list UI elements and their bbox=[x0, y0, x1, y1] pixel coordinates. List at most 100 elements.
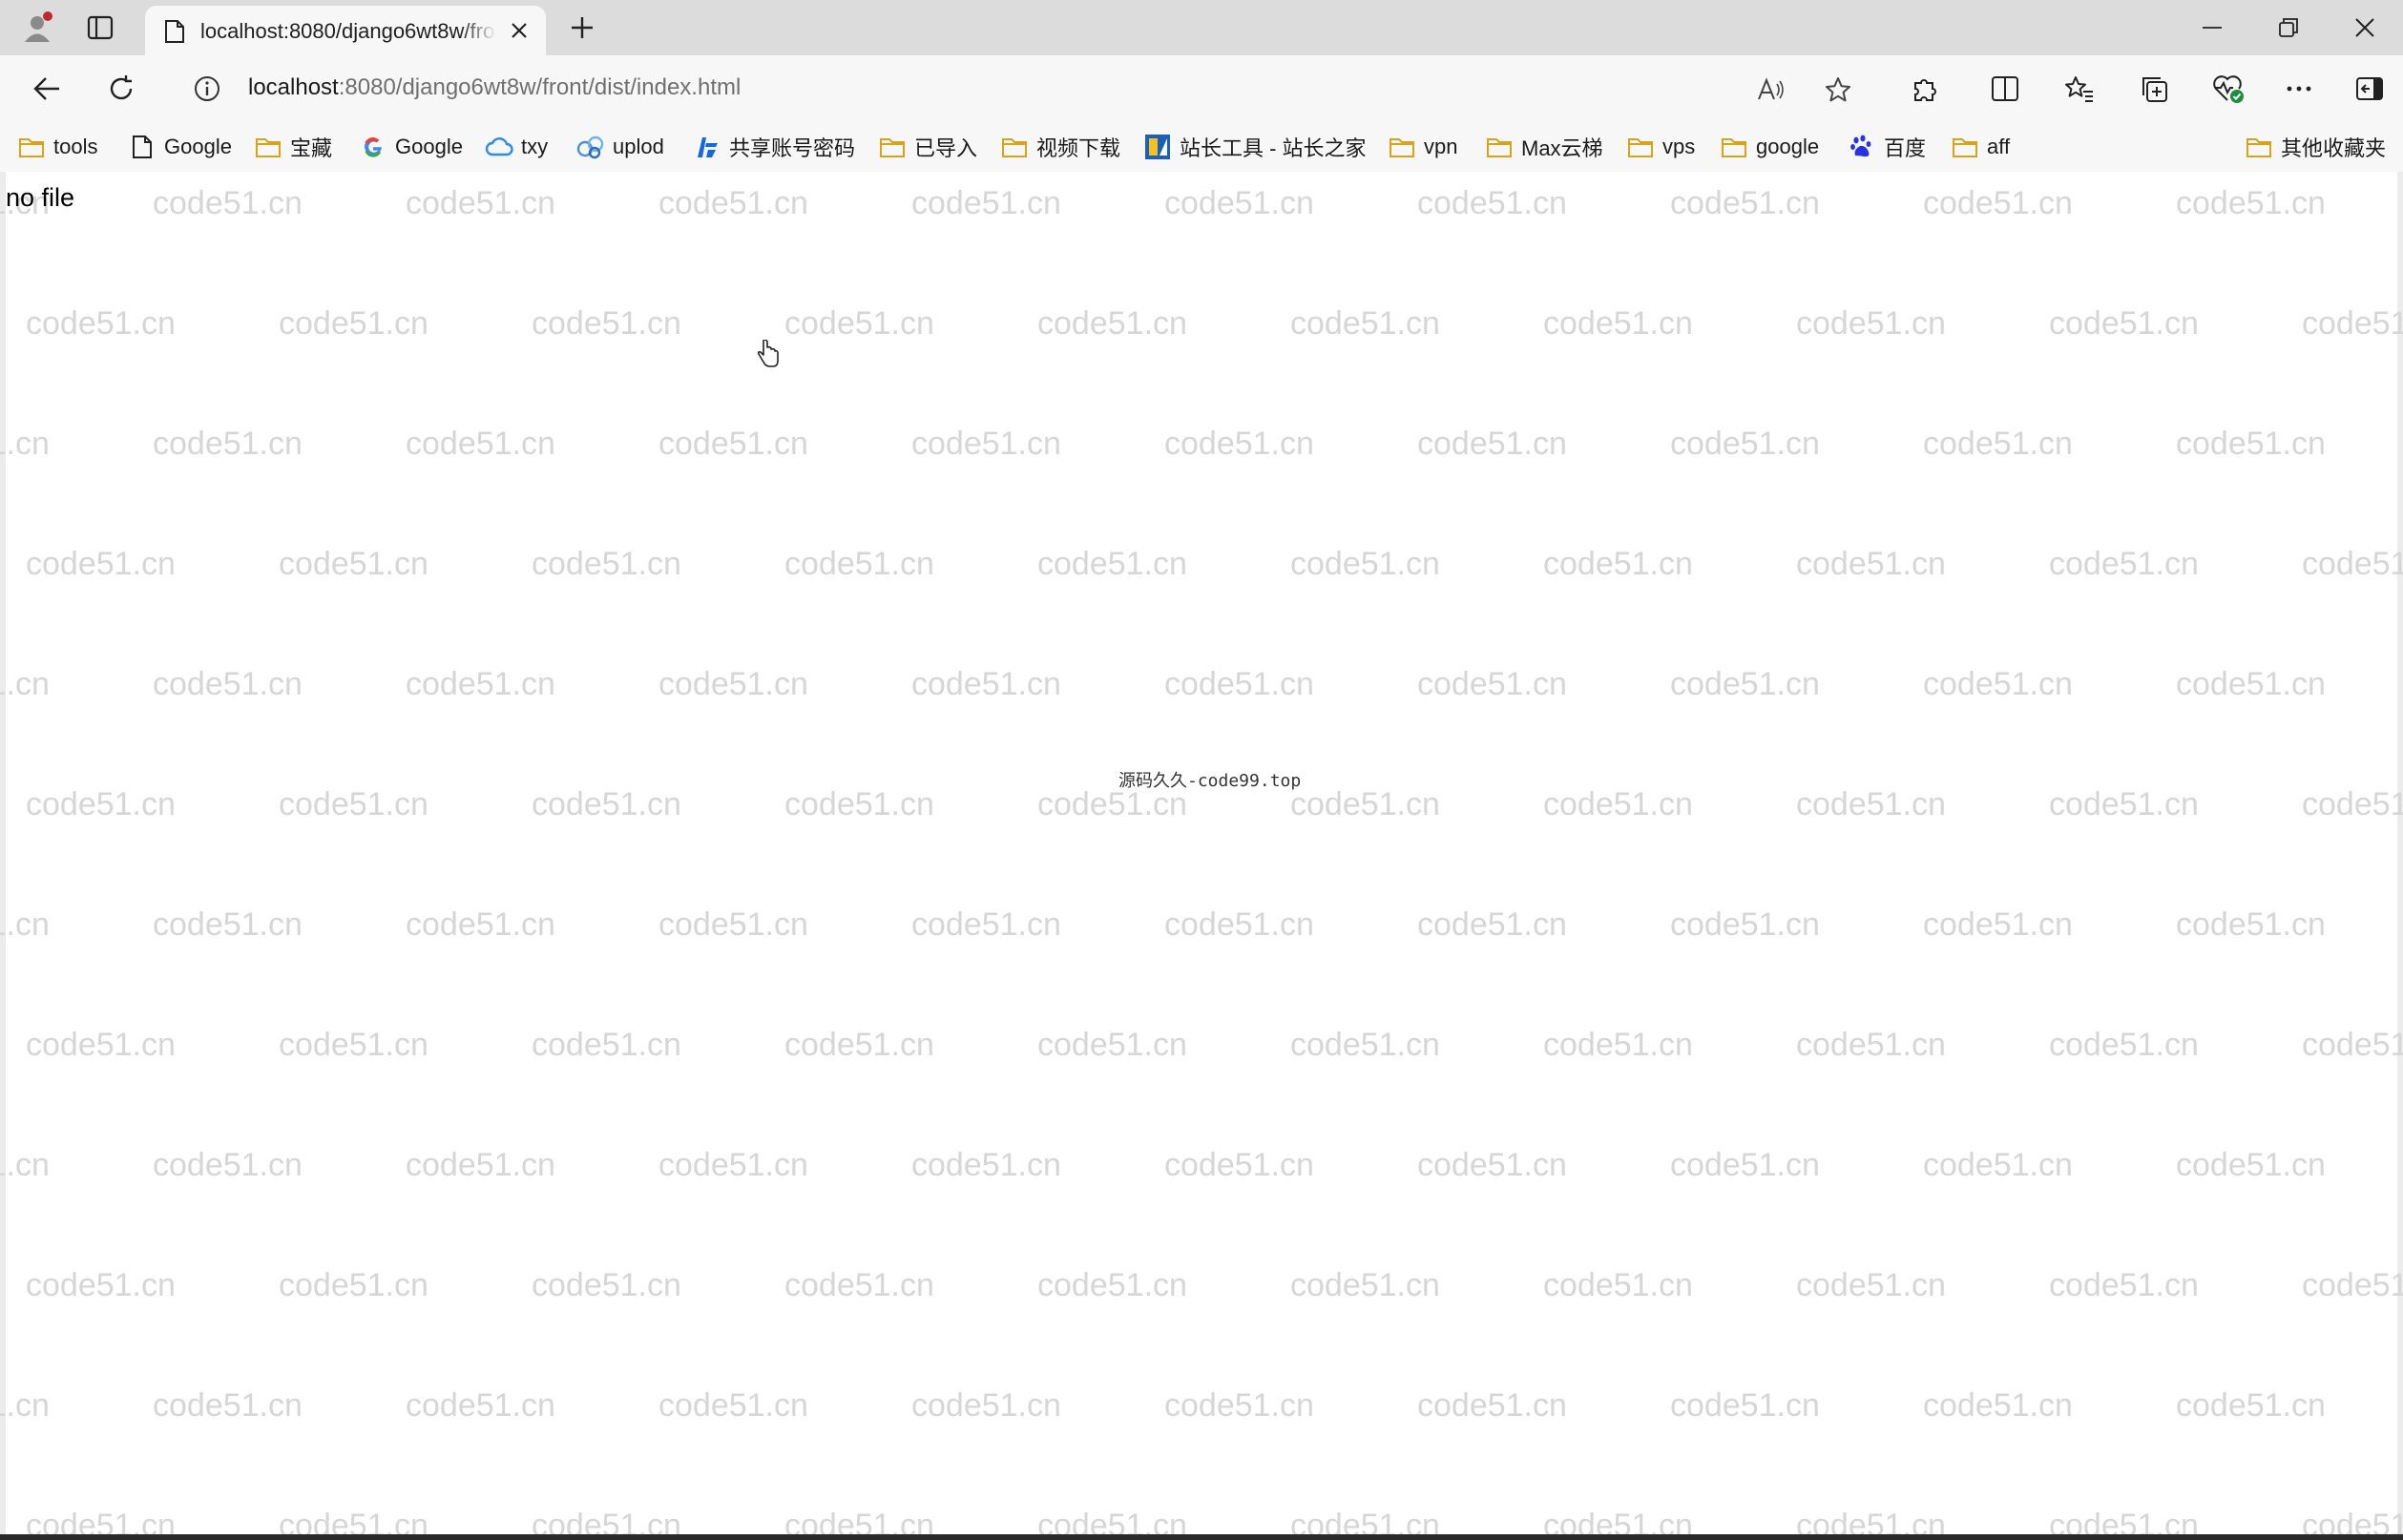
bookmark-video-download[interactable]: 视频下载 bbox=[1000, 130, 1120, 164]
bookmark-uplod[interactable]: uplod bbox=[576, 130, 664, 164]
site-info-icon[interactable] bbox=[193, 74, 221, 108]
google-icon bbox=[359, 134, 387, 160]
address-bar[interactable]: localhost:8080/django6wt8w/front/dist/in… bbox=[178, 63, 1876, 114]
close-window-button[interactable] bbox=[2327, 0, 2403, 55]
watermark-text: code51.cn bbox=[2049, 546, 2199, 582]
watermark-text: code51.cn bbox=[658, 906, 808, 943]
watermark-text: code51.cn bbox=[1417, 1147, 1567, 1183]
bookmark-google-page[interactable]: Google bbox=[128, 130, 232, 164]
watermark-text: code51.cn bbox=[2302, 305, 2403, 342]
restore-button[interactable] bbox=[2250, 0, 2327, 55]
bookmark-imported[interactable]: 已导入 bbox=[878, 130, 977, 164]
star-icon[interactable] bbox=[1819, 73, 1857, 107]
bookmark-vps[interactable]: vps bbox=[1626, 130, 1695, 164]
back-button[interactable] bbox=[23, 65, 71, 113]
bookmark-label: Google bbox=[164, 135, 232, 158]
watermark-text: code51.cn bbox=[2049, 786, 2199, 822]
watermark-text: code51.cn bbox=[0, 1387, 50, 1424]
watermark-text: code51.cn bbox=[279, 546, 428, 582]
watermark-text: code51.cn bbox=[1290, 546, 1440, 582]
profile-button[interactable] bbox=[13, 6, 61, 50]
bookmark-vpn[interactable]: vpn bbox=[1388, 130, 1457, 164]
watermark-text: code51.cn bbox=[2176, 426, 2326, 462]
bookmark-label: Google bbox=[395, 135, 463, 158]
center-watermark: 源码久久-code99.top bbox=[1118, 771, 1302, 791]
watermark-text: code51.cn bbox=[1670, 1147, 1820, 1183]
plus-icon bbox=[572, 17, 593, 38]
collections-button[interactable] bbox=[2130, 65, 2178, 113]
heart-pulse-icon bbox=[2213, 75, 2244, 103]
watermark-text: code51.cn bbox=[279, 1027, 428, 1063]
more-dots-icon bbox=[2287, 86, 2311, 92]
extensions-button[interactable] bbox=[1901, 65, 1949, 113]
favorites-button[interactable] bbox=[2056, 65, 2103, 113]
split-screen-button[interactable] bbox=[1981, 65, 2029, 113]
sidebar-toggle-button[interactable] bbox=[2346, 65, 2393, 113]
bookmark-label: tools bbox=[53, 135, 98, 158]
url-text[interactable]: localhost:8080/django6wt8w/front/dist/in… bbox=[248, 74, 741, 101]
watermark-text: code51.cn bbox=[1417, 906, 1567, 943]
profile-avatar-icon bbox=[25, 11, 52, 42]
watermark-text: code51.cn bbox=[1290, 305, 1440, 342]
watermark-text: code51.cn bbox=[2302, 1027, 2403, 1063]
new-tab-button[interactable] bbox=[557, 6, 607, 50]
bookmark-chinaz[interactable]: 站长工具 - 站长之家 bbox=[1143, 130, 1367, 164]
url-path: :8080/django6wt8w/front/dist/index.html bbox=[338, 74, 742, 100]
bookmark-txy[interactable]: txy bbox=[485, 130, 548, 164]
watermark-text: code51.cn bbox=[1923, 666, 2073, 702]
watermark-text: code51.cn bbox=[1164, 185, 1314, 221]
tab-active[interactable]: localhost:8080/django6wt8w/front/dist/in… bbox=[145, 6, 546, 55]
bookmark-google-folder[interactable]: google bbox=[1720, 130, 1819, 164]
watermark-text: code51.cn bbox=[911, 1387, 1061, 1424]
tab-close-icon[interactable] bbox=[506, 17, 533, 44]
chart-icon bbox=[1143, 134, 1172, 160]
bookmark-label: vpn bbox=[1424, 135, 1458, 158]
bookmark-label: aff bbox=[1987, 135, 2011, 158]
bookmark-shared-passwords[interactable]: 共享账号密码 bbox=[693, 130, 855, 164]
watermark-text: code51.cn bbox=[1543, 1267, 1693, 1303]
watermark-text: code51.cn bbox=[406, 185, 555, 221]
watermark-text: code51.cn bbox=[153, 1387, 303, 1424]
watermark-text: code51.cn bbox=[784, 546, 934, 582]
watermark-text: code51.cn bbox=[1290, 1267, 1440, 1303]
bookmark-max-ladder[interactable]: Max云梯 bbox=[1485, 130, 1603, 164]
watermark-text: code51.cn bbox=[2049, 1027, 2199, 1063]
more-options-button[interactable] bbox=[2275, 65, 2323, 113]
browser-toolbar: localhost:8080/django6wt8w/front/dist/in… bbox=[0, 55, 2403, 122]
watermark-text: code51.cn bbox=[1164, 426, 1314, 462]
bookmark-tools[interactable]: tools bbox=[17, 130, 97, 164]
watermark-text: code51.cn bbox=[153, 666, 303, 702]
watermark-text: code51.cn bbox=[784, 305, 934, 342]
watermark-text: code51.cn bbox=[2049, 305, 2199, 342]
minimize-button[interactable] bbox=[2174, 0, 2250, 55]
watermark-text: code51.cn bbox=[911, 666, 1061, 702]
watermark-text: code51.cn bbox=[26, 1267, 176, 1303]
reload-button[interactable] bbox=[97, 65, 145, 113]
bookmark-label: google bbox=[1756, 135, 1820, 158]
watermark-text: code51.cn bbox=[1796, 786, 1946, 822]
watermark-text: code51.cn bbox=[1290, 786, 1440, 822]
watermark-text: code51.cn bbox=[1796, 1027, 1946, 1063]
bookmark-google[interactable]: Google bbox=[359, 130, 463, 164]
watermark-text: code51.cn bbox=[1417, 426, 1567, 462]
watermark-text: code51.cn bbox=[406, 1387, 555, 1424]
watermark-text: code51.cn bbox=[2049, 1267, 2199, 1303]
watermark-text: code51.cn bbox=[1670, 666, 1820, 702]
watermark-text: code51.cn bbox=[1164, 666, 1314, 702]
bookmark-baozang[interactable]: 宝藏 bbox=[254, 130, 332, 164]
bookmark-baidu[interactable]: 百度 bbox=[1848, 130, 1926, 164]
browser-essentials-button[interactable] bbox=[2204, 65, 2252, 113]
watermark-text: code51.cn bbox=[911, 1147, 1061, 1183]
watermark-text: code51.cn bbox=[911, 906, 1061, 943]
watermark-text: code51.cn bbox=[1164, 1147, 1314, 1183]
watermark-text: code51.cn bbox=[532, 305, 681, 342]
folder-icon bbox=[878, 134, 907, 160]
bookmark-aff[interactable]: aff bbox=[1951, 130, 2010, 164]
other-bookmarks-folder[interactable]: 其他收藏夹 bbox=[2245, 130, 2386, 164]
watermark-text: code51.cn bbox=[1037, 546, 1187, 582]
watermark-text: code51.cn bbox=[1164, 1387, 1314, 1424]
read-aloud-icon[interactable] bbox=[1752, 73, 1790, 107]
tab-actions-button[interactable] bbox=[76, 6, 124, 50]
watermark-text: code51.cn bbox=[658, 426, 808, 462]
bookmark-label: 其他收藏夹 bbox=[2281, 136, 2387, 160]
